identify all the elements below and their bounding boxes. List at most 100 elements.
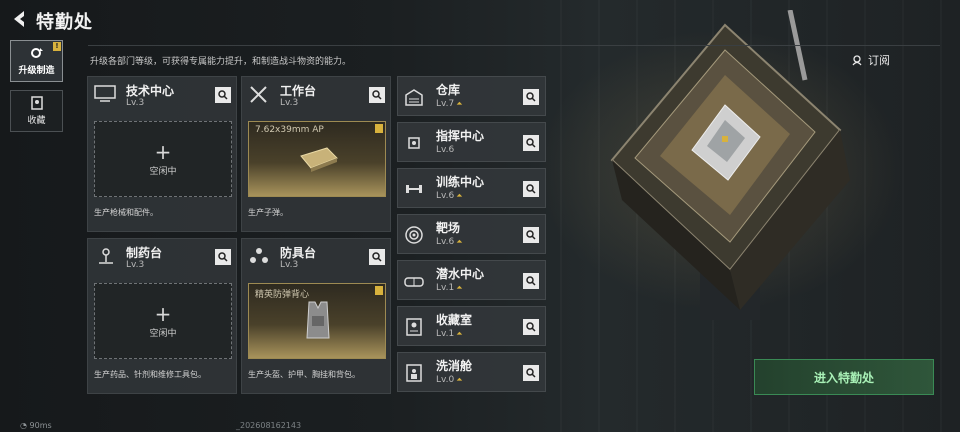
upgrade-arrow-icon: ⏶ [456, 283, 463, 292]
row-name: 仓库 [436, 83, 461, 97]
collection-icon [30, 96, 43, 110]
decontamination-icon [406, 364, 422, 382]
microscope-icon [99, 248, 113, 264]
card-name: 工作台 [280, 84, 317, 98]
header: 特勤处 [0, 0, 960, 40]
tab-label: 收藏 [27, 116, 46, 126]
card-level: Lv.3 [126, 260, 145, 270]
warehouse-icon [405, 89, 423, 106]
card-level: Lv.3 [126, 98, 145, 108]
row-warehouse[interactable]: 仓库 Lv.7 ⏶ [397, 76, 546, 116]
search-icon[interactable] [523, 319, 539, 335]
row-name: 训练中心 [436, 175, 485, 189]
ping-indicator: ◔ 90ms [20, 421, 52, 430]
item-name: 精英防弹背心 [255, 290, 310, 300]
collection-room-icon [406, 318, 422, 336]
search-icon[interactable] [523, 181, 539, 197]
card-header[interactable]: 工作台 Lv.3 [242, 77, 390, 111]
card-pharmacy: 制药台 Lv.3 + 空闲中 生产药品、针剂和维修工具包。 [87, 238, 237, 394]
cube-illustration [610, 10, 850, 320]
card-name: 防具台 [280, 246, 317, 260]
card-description: 生产子弹。 [248, 208, 288, 217]
row-level: Lv.6 ⏶ [436, 237, 463, 247]
row-training-center[interactable]: 训练中心 Lv.6 ⏶ [397, 168, 546, 208]
row-diving-center[interactable]: 潜水中心 Lv.1 ⏶ [397, 260, 546, 300]
ping-value: 90ms [29, 421, 52, 430]
row-command-center[interactable]: 指挥中心 Lv.6 [397, 122, 546, 162]
upgrade-arrow-icon: ⏶ [456, 237, 463, 246]
row-name: 潜水中心 [436, 267, 485, 281]
production-slot[interactable]: 7.62x39mm AP [248, 121, 386, 197]
row-name: 靶场 [436, 221, 461, 235]
row-level: Lv.7 ⏶ [436, 99, 463, 109]
ammo-box-icon [300, 147, 338, 172]
tab-upgrade-craft[interactable]: ! 升级制造 [10, 40, 63, 82]
production-slot[interactable]: + 空闲中 [94, 121, 232, 197]
upgrade-gear-icon [30, 48, 43, 58]
upgrade-arrow-icon: ⏶ [456, 329, 463, 338]
search-icon[interactable] [215, 87, 231, 103]
hammer-wrench-icon [250, 86, 267, 103]
card-name: 技术中心 [126, 84, 175, 98]
card-header[interactable]: 防具台 Lv.3 [242, 239, 390, 273]
row-name: 洗消舱 [436, 359, 473, 373]
back-arrow-icon[interactable] [12, 10, 26, 28]
search-icon[interactable] [523, 89, 539, 105]
card-description: 生产药品、针剂和维修工具包。 [94, 370, 206, 379]
monitor-icon [94, 85, 116, 102]
card-header[interactable]: 制药台 Lv.3 [88, 239, 236, 273]
row-collection-room[interactable]: 收藏室 Lv.1 ⏶ [397, 306, 546, 346]
wifi-icon: ◔ [20, 421, 27, 430]
chip-icon [408, 137, 420, 149]
card-workbench: 工作台 Lv.3 7.62x39mm AP 生产子弹。 [241, 76, 391, 232]
search-icon[interactable] [523, 135, 539, 151]
row-level: Lv.0 ⏶ [436, 375, 463, 385]
production-slot[interactable]: + 空闲中 [94, 283, 232, 359]
armor-parts-icon [250, 248, 268, 263]
card-level: Lv.3 [280, 260, 299, 270]
plus-icon: + [154, 301, 172, 326]
production-slot[interactable]: 精英防弹背心 [248, 283, 386, 359]
slot-status: 空闲中 [149, 328, 177, 339]
row-level: Lv.1 ⏶ [436, 283, 463, 293]
header-divider [88, 45, 940, 46]
slot-badge [375, 286, 383, 295]
card-name: 制药台 [126, 246, 163, 260]
target-icon [405, 226, 423, 244]
row-level: Lv.6 ⏶ [436, 191, 463, 201]
item-name: 7.62x39mm AP [255, 125, 324, 135]
build-id: _202608162143 [236, 421, 302, 430]
subscribe-button[interactable]: 订阅 [852, 52, 890, 68]
search-icon[interactable] [369, 249, 385, 265]
card-description: 生产头盔、护甲、胸挂和背包。 [248, 370, 360, 379]
upgrade-arrow-icon: ⏶ [456, 375, 463, 384]
plus-icon: + [154, 139, 172, 164]
slot-badge [375, 124, 383, 133]
upgrade-arrow-icon: ⏶ [456, 191, 463, 200]
search-icon[interactable] [215, 249, 231, 265]
vest-icon [306, 301, 330, 339]
row-shooting-range[interactable]: 靶场 Lv.6 ⏶ [397, 214, 546, 254]
page-subtitle: 升级各部门等级，可获得专属能力提升，和制造战斗物资的能力。 [90, 57, 352, 67]
tab-collection[interactable]: 收藏 [10, 90, 63, 132]
enter-special-ops-button[interactable]: 进入特勤处 [754, 359, 934, 395]
page-title: 特勤处 [36, 12, 93, 33]
search-icon[interactable] [523, 365, 539, 381]
upgrade-arrow-icon: ⏶ [456, 99, 463, 108]
card-description: 生产枪械和配件。 [94, 208, 158, 217]
search-icon[interactable] [523, 273, 539, 289]
tab-badge: ! [53, 42, 61, 51]
row-level: Lv.1 ⏶ [436, 329, 463, 339]
card-armor-bench: 防具台 Lv.3 精英防弹背心 生产头盔、护甲、胸挂和背包。 [241, 238, 391, 394]
search-icon[interactable] [369, 87, 385, 103]
row-level: Lv.6 [436, 145, 455, 155]
dumbbell-icon [406, 185, 422, 193]
row-name: 收藏室 [436, 313, 473, 327]
card-header[interactable]: 技术中心 Lv.3 [88, 77, 236, 111]
subscribe-label: 订阅 [868, 54, 890, 67]
row-name: 指挥中心 [436, 129, 485, 143]
slot-status: 空闲中 [149, 166, 177, 177]
subscribe-icon [852, 55, 862, 66]
search-icon[interactable] [523, 227, 539, 243]
row-decontamination-pod[interactable]: 洗消舱 Lv.0 ⏶ [397, 352, 546, 392]
